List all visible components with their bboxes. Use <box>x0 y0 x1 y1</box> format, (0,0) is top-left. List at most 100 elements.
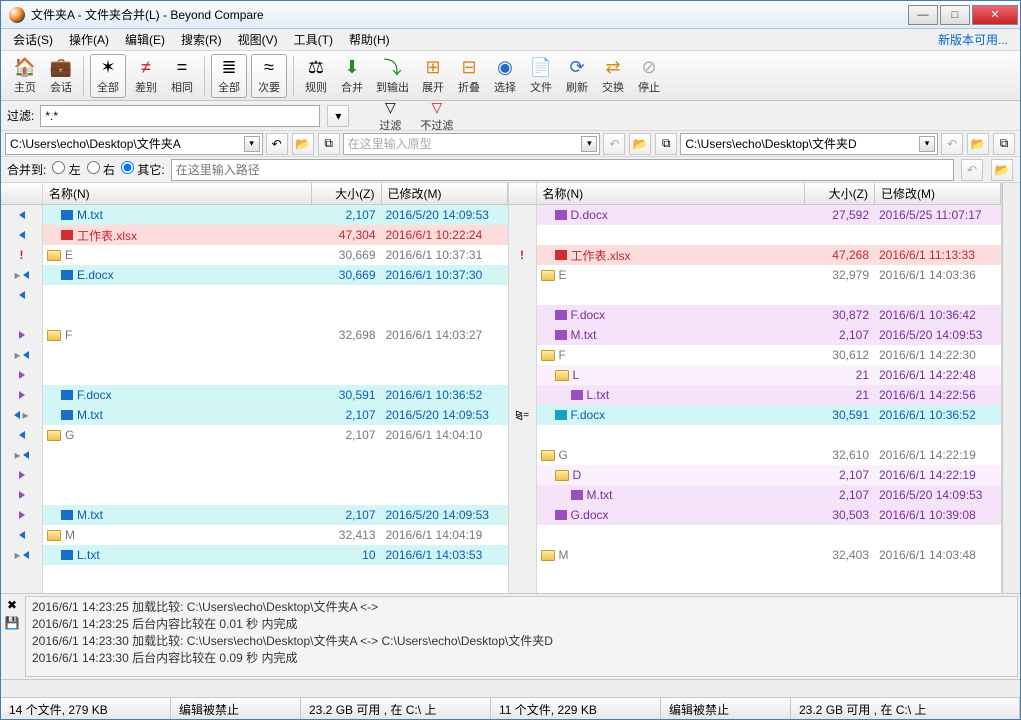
right-col-modified[interactable]: 已修改(M) <box>875 183 1001 204</box>
right-undo-icon[interactable]: ↶ <box>941 133 963 155</box>
diff-button[interactable]: ≠差别 <box>128 54 164 98</box>
table-row[interactable] <box>43 345 508 365</box>
titlebar: 文件夹A - 文件夹合并(L) - Beyond Compare — □ ✕ <box>1 1 1020 29</box>
filter-button[interactable]: ▽过滤 <box>372 102 408 130</box>
center-path-combo[interactable]: 在这里输入原型▾ <box>343 133 601 155</box>
maximize-button[interactable]: □ <box>940 5 970 25</box>
session-button[interactable]: 💼会话 <box>43 54 79 98</box>
table-row[interactable]: F30,6122016/6/1 14:22:30 <box>537 345 1002 365</box>
table-row[interactable]: E32,9792016/6/1 14:03:36 <box>537 265 1002 285</box>
table-row[interactable] <box>537 225 1002 245</box>
table-row[interactable]: D.docx27,5922016/5/25 11:07:17 <box>537 205 1002 225</box>
left-browse-icon[interactable]: 📂 <box>292 133 314 155</box>
collapse-button[interactable]: ⊟折叠 <box>451 54 487 98</box>
table-row[interactable]: M32,4032016/6/1 14:03:48 <box>537 545 1002 565</box>
same-button[interactable]: =相同 <box>164 54 200 98</box>
tooutput-button[interactable]: ⤵到输出 <box>370 54 415 98</box>
horizontal-scrollbar[interactable] <box>1 679 1020 697</box>
menu-help[interactable]: 帮助(H) <box>343 29 396 50</box>
table-row[interactable]: F.docx30,8722016/6/1 10:36:42 <box>537 305 1002 325</box>
table-row[interactable] <box>43 465 508 485</box>
table-row[interactable]: M.txt2,1072016/5/20 14:09:53 <box>537 485 1002 505</box>
table-row[interactable] <box>43 485 508 505</box>
refresh-button[interactable]: ⟳刷新 <box>559 54 595 98</box>
mergeto-undo-icon[interactable]: ↶ <box>961 159 983 181</box>
log-toggle-icon[interactable]: ✖ <box>7 598 17 612</box>
vertical-scrollbar[interactable] <box>1002 183 1020 593</box>
select-button[interactable]: ◉选择 <box>487 54 523 98</box>
close-button[interactable]: ✕ <box>972 5 1018 25</box>
table-row[interactable]: 工作表.xlsx47,2682016/6/1 11:13:33 <box>537 245 1002 265</box>
menu-session[interactable]: 会话(S) <box>7 29 59 50</box>
table-row[interactable] <box>537 285 1002 305</box>
table-row[interactable]: D2,1072016/6/1 14:22:19 <box>537 465 1002 485</box>
table-row[interactable]: F.docx30,5912016/6/1 10:36:52 <box>537 405 1002 425</box>
table-row[interactable]: G.docx30,5032016/6/1 10:39:08 <box>537 505 1002 525</box>
table-row[interactable]: M.txt2,1072016/5/20 14:09:53 <box>43 405 508 425</box>
table-row[interactable] <box>537 425 1002 445</box>
menu-view[interactable]: 视图(V) <box>232 29 284 50</box>
menu-search[interactable]: 搜索(R) <box>175 29 228 50</box>
center-bin-icon[interactable]: ⧉ <box>655 133 677 155</box>
next-button[interactable]: ≈次要 <box>251 54 287 98</box>
table-row[interactable]: M.txt2,1072016/5/20 14:09:53 <box>537 325 1002 345</box>
table-row[interactable]: F.docx30,5912016/6/1 10:36:52 <box>43 385 508 405</box>
file-button[interactable]: 📄文件 <box>523 54 559 98</box>
table-row[interactable] <box>537 525 1002 545</box>
left-col-modified[interactable]: 已修改(M) <box>382 183 508 204</box>
mergeto-left-radio[interactable]: 左 <box>52 161 80 178</box>
table-row[interactable]: M.txt2,1072016/5/20 14:09:53 <box>43 205 508 225</box>
table-row[interactable]: E.docx30,6692016/6/1 10:37:30 <box>43 265 508 285</box>
filter-dropdown[interactable]: ▾ <box>327 105 349 127</box>
swap-button[interactable]: ⇄交换 <box>595 54 631 98</box>
table-row[interactable]: L212016/6/1 14:22:48 <box>537 365 1002 385</box>
table-row[interactable]: 工作表.xlsx47,3042016/6/1 10:22:24 <box>43 225 508 245</box>
mergeto-other-radio[interactable]: 其它: <box>121 161 165 178</box>
left-bin-icon[interactable]: ⧉ <box>318 133 340 155</box>
left-col-size[interactable]: 大小(Z) <box>312 183 382 204</box>
right-col-name[interactable]: 名称(N) <box>537 183 806 204</box>
allbox-button[interactable]: ≣全部 <box>211 54 247 98</box>
log-save-icon[interactable]: 💾 <box>5 616 20 630</box>
filter-input[interactable] <box>40 105 320 127</box>
right-browse-icon[interactable]: 📂 <box>967 133 989 155</box>
table-row[interactable] <box>43 365 508 385</box>
rules-button[interactable]: ⚖规则 <box>298 54 334 98</box>
new-version-link[interactable]: 新版本可用... <box>932 29 1014 50</box>
mergeto-path-input[interactable] <box>171 159 954 181</box>
table-row[interactable]: G32,6102016/6/1 14:22:19 <box>537 445 1002 465</box>
center-undo-icon[interactable]: ↶ <box>603 133 625 155</box>
home-button[interactable]: 🏠主页 <box>7 54 43 98</box>
all-button[interactable]: ✶全部 <box>90 54 126 98</box>
menu-tools[interactable]: 工具(T) <box>288 29 339 50</box>
menu-edit[interactable]: 编辑(E) <box>119 29 171 50</box>
mergeto-browse-icon[interactable]: 📂 <box>991 159 1013 181</box>
table-row[interactable] <box>43 445 508 465</box>
log-text[interactable]: 2016/6/1 14:23:25 加载比较: C:\Users\echo\De… <box>25 596 1018 677</box>
left-col-name[interactable]: 名称(N) <box>43 183 312 204</box>
mergeto-right-radio[interactable]: 右 <box>87 161 115 178</box>
table-row[interactable] <box>537 565 1002 585</box>
table-row[interactable]: G2,1072016/6/1 14:04:10 <box>43 425 508 445</box>
merge-button[interactable]: ⬇合并 <box>334 54 370 98</box>
minimize-button[interactable]: — <box>908 5 938 25</box>
menu-action[interactable]: 操作(A) <box>63 29 115 50</box>
table-row[interactable]: M32,4132016/6/1 14:04:19 <box>43 525 508 545</box>
status-right-edit: 编辑被禁止 <box>661 698 791 719</box>
table-row[interactable]: L.txt212016/6/1 14:22:56 <box>537 385 1002 405</box>
table-row[interactable]: F32,6982016/6/1 14:03:27 <box>43 325 508 345</box>
table-row[interactable]: L.txt102016/6/1 14:03:53 <box>43 545 508 565</box>
left-undo-icon[interactable]: ↶ <box>266 133 288 155</box>
table-row[interactable]: E30,6692016/6/1 10:37:31 <box>43 245 508 265</box>
left-path-combo[interactable]: C:\Users\echo\Desktop\文件夹A▾ <box>5 133 263 155</box>
right-path-combo[interactable]: C:\Users\echo\Desktop\文件夹D▾ <box>680 133 938 155</box>
center-browse-icon[interactable]: 📂 <box>629 133 651 155</box>
table-row[interactable] <box>43 285 508 305</box>
expand-button[interactable]: ⊞展开 <box>415 54 451 98</box>
nofilter-button[interactable]: ▽不过滤 <box>414 102 459 130</box>
table-row[interactable] <box>43 305 508 325</box>
stop-button[interactable]: ⊘停止 <box>631 54 667 98</box>
table-row[interactable]: M.txt2,1072016/5/20 14:09:53 <box>43 505 508 525</box>
right-col-size[interactable]: 大小(Z) <box>805 183 875 204</box>
right-bin-icon[interactable]: ⧉ <box>993 133 1015 155</box>
